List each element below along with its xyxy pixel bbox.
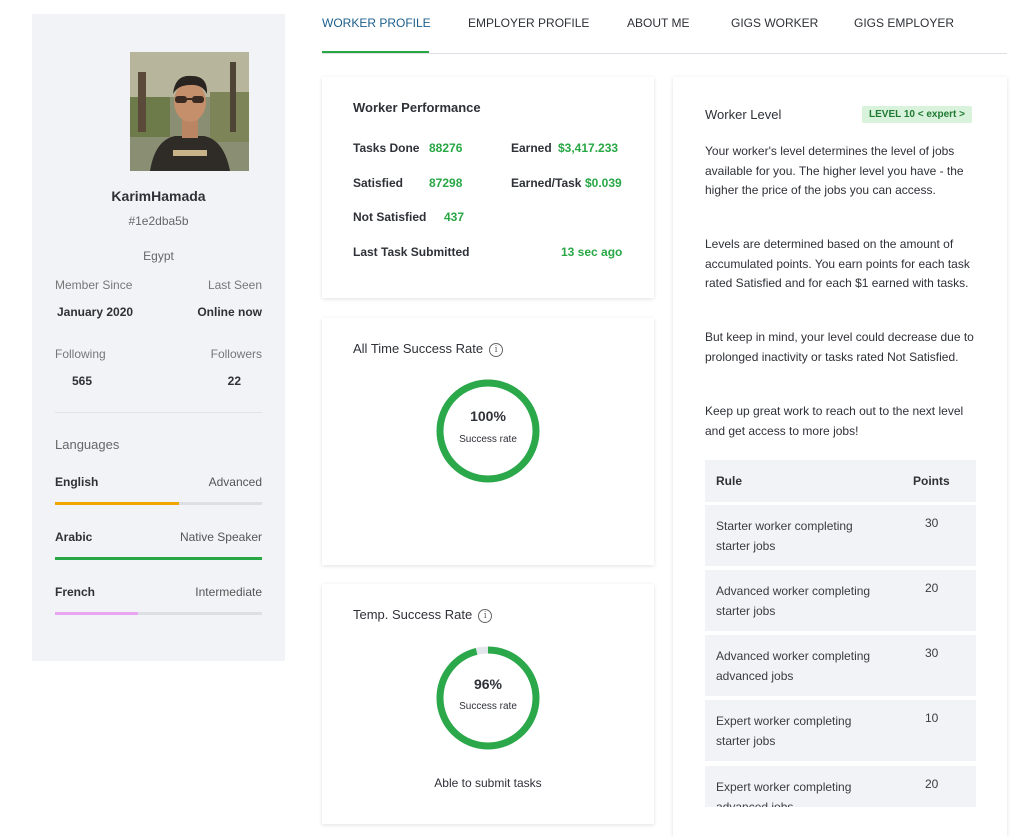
worker-level-title: Worker Level — [705, 107, 782, 122]
profile-name: KarimHamada — [111, 188, 206, 204]
success-rate-label: Success rate — [459, 701, 517, 712]
table-row: Advanced worker completing advanced jobs… — [705, 635, 976, 696]
profile-id: #1e2dba5b — [128, 214, 189, 228]
tasks-done-value: 88276 — [429, 141, 463, 155]
profile-tabs: WORKER PROFILE EMPLOYER PROFILE ABOUT ME… — [322, 0, 1007, 54]
card-title: Worker Performance — [353, 100, 481, 115]
tasks-done-label: Tasks Done — [353, 141, 420, 155]
submit-status: Able to submit tasks — [434, 776, 542, 790]
rule-cell: Advanced worker completing advanced jobs — [716, 649, 871, 683]
table-row: Expert worker completing starter jobs 10 — [705, 700, 976, 761]
success-rate-ring: 96% Success rate — [435, 645, 541, 751]
member-since-label: Member Since — [55, 278, 133, 292]
language-progress-bar — [55, 502, 262, 505]
language-progress-bar — [55, 612, 262, 615]
language-level: Advanced — [208, 475, 262, 489]
level-badge: LEVEL 10 < expert > — [862, 106, 972, 123]
table-row: Starter worker completing starter jobs 3… — [705, 505, 976, 566]
column-header-points: Points — [913, 474, 950, 488]
following-count[interactable]: 565 — [72, 374, 92, 388]
card-title-text: All Time Success Rate — [353, 341, 484, 356]
earned-value: $3,417.233 — [558, 141, 619, 155]
profile-country: Egypt — [143, 249, 174, 263]
points-cell: 20 — [925, 777, 939, 791]
column-header-rule: Rule — [716, 474, 743, 488]
tab-about-me[interactable]: ABOUT ME — [627, 16, 689, 30]
language-name: French — [55, 585, 96, 599]
following-label: Following — [55, 347, 106, 361]
level-description: Keep up great work to reach out to the n… — [705, 404, 964, 438]
language-name: English — [55, 475, 99, 489]
info-icon[interactable]: i — [478, 608, 493, 623]
earned-per-task-value: $0.039 — [585, 176, 622, 190]
followers-count[interactable]: 22 — [228, 374, 241, 388]
last-seen-label: Last Seen — [207, 278, 262, 292]
language-level: Native Speaker — [179, 530, 262, 544]
rule-cell: Expert worker completing advanced jobs — [716, 780, 852, 807]
languages-title: Languages — [55, 437, 120, 452]
level-description: But keep in mind, your level could decre… — [705, 330, 974, 364]
tab-employer-profile[interactable]: EMPLOYER PROFILE — [468, 16, 589, 30]
worker-performance-card: Worker Performance Tasks Done 88276 Earn… — [322, 77, 654, 298]
card-title: All Time Success Rate i — [353, 341, 504, 357]
earned-per-task-label: Earned/Task — [511, 176, 582, 190]
points-cell: 10 — [925, 711, 939, 725]
avatar[interactable] — [130, 52, 249, 171]
rule-cell: Expert worker completing starter jobs — [716, 714, 852, 748]
level-description: Your worker's level determines the level… — [705, 144, 964, 197]
language-name: Arabic — [55, 530, 93, 544]
points-cell: 20 — [925, 581, 939, 595]
profile-sidebar: KarimHamada #1e2dba5b Egypt Member Since… — [32, 14, 285, 661]
rule-cell: Advanced worker completing starter jobs — [716, 584, 871, 618]
last-seen-value: Online now — [197, 305, 262, 319]
points-cell: 30 — [925, 646, 939, 660]
tab-gigs-worker[interactable]: GIGS WORKER — [731, 16, 818, 30]
points-cell: 30 — [925, 516, 939, 530]
satisfied-label: Satisfied — [353, 176, 404, 190]
tab-gigs-employer[interactable]: GIGS EMPLOYER — [854, 16, 954, 30]
earned-label: Earned — [511, 141, 552, 155]
points-table-header: Rule Points — [705, 460, 976, 502]
card-title: Temp. Success Rate i — [353, 607, 493, 623]
followers-label: Followers — [210, 347, 262, 361]
not-satisfied-label: Not Satisfied — [353, 210, 427, 224]
language-level: Intermediate — [195, 585, 262, 599]
level-description: Levels are determined based on the amoun… — [705, 237, 970, 290]
table-row: Advanced worker completing starter jobs … — [705, 570, 976, 631]
last-task-label: Last Task Submitted — [353, 245, 470, 259]
member-since-value: January 2020 — [57, 305, 134, 319]
last-task-value: 13 sec ago — [561, 245, 623, 259]
success-rate-ring: 100% Success rate — [435, 378, 541, 484]
language-progress-bar — [55, 557, 262, 560]
divider — [55, 412, 262, 413]
card-title-text: Temp. Success Rate — [353, 607, 473, 622]
rule-cell: Starter worker completing starter jobs — [716, 519, 853, 553]
tab-worker-profile[interactable]: WORKER PROFILE — [322, 16, 431, 30]
active-tab-indicator — [322, 51, 429, 53]
not-satisfied-value: 437 — [444, 210, 465, 224]
all-time-success-card: All Time Success Rate i 100% Success rate — [322, 318, 654, 565]
temp-success-card: Temp. Success Rate i 96% Success rate Abl… — [322, 584, 654, 824]
success-rate-percent: 100% — [470, 408, 506, 424]
success-rate-label: Success rate — [459, 434, 517, 445]
table-row: Expert worker completing advanced jobs 2… — [705, 766, 976, 807]
satisfied-value: 87298 — [429, 176, 463, 190]
info-icon[interactable]: i — [489, 342, 504, 357]
success-rate-percent: 96% — [473, 676, 503, 692]
